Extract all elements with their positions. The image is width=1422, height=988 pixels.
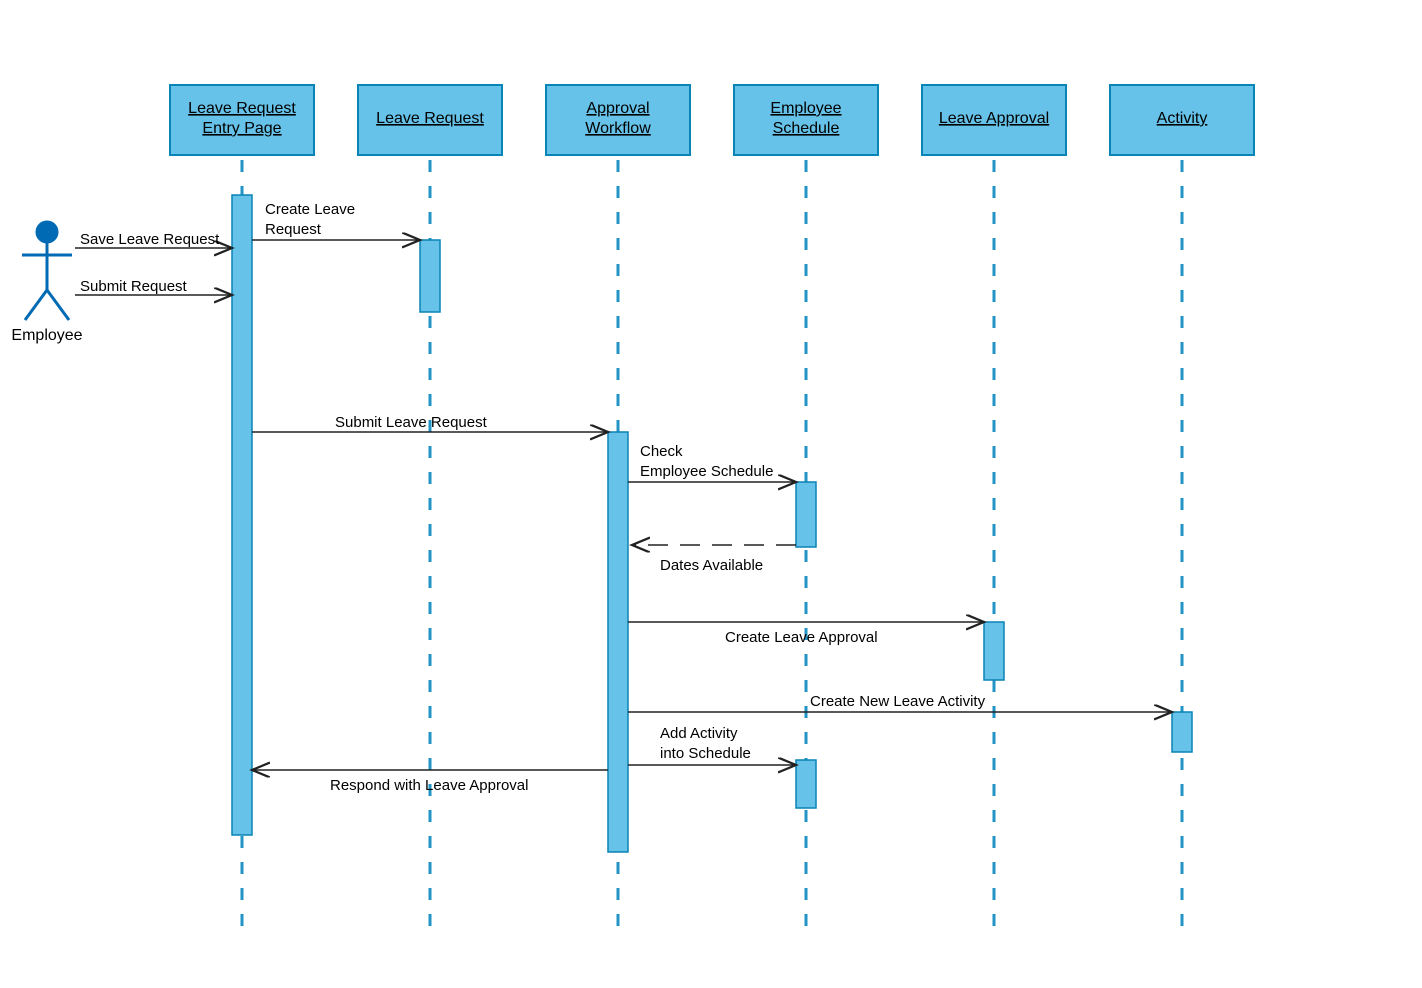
participant-leave-request-entry-page: Leave Request Entry Page	[170, 85, 314, 155]
msg-label: into Schedule	[660, 745, 751, 762]
activation-bar	[796, 482, 816, 547]
msg-label: Dates Available	[660, 557, 763, 574]
msg-label: Submit Leave Request	[335, 414, 488, 431]
activation-bar	[232, 195, 252, 835]
actor-label: Employee	[11, 327, 82, 344]
participant-label: Schedule	[773, 120, 840, 137]
activation-bar	[608, 432, 628, 852]
uml-sequence-diagram: Leave Request Entry Page Leave Request A…	[0, 0, 1422, 988]
msg-label: Respond with Leave Approval	[330, 777, 528, 794]
participant-label: Leave Request	[188, 100, 296, 117]
msg-label: Check	[640, 443, 683, 460]
participant-label: Leave Request	[376, 110, 484, 127]
activation-bar	[796, 760, 816, 808]
msg-label: Create Leave Approval	[725, 629, 878, 646]
participant-label: Activity	[1157, 110, 1208, 127]
participant-label: Approval	[586, 100, 649, 117]
participant-label: Leave Approval	[939, 110, 1049, 127]
participant-activity: Activity	[1110, 85, 1254, 155]
participant-approval-workflow: Approval Workflow	[546, 85, 690, 155]
participant-employee-schedule: Employee Schedule	[734, 85, 878, 155]
activation-bar	[1172, 712, 1192, 752]
msg-label: Save Leave Request	[80, 231, 220, 248]
participant-label: Entry Page	[202, 120, 281, 137]
msg-label: Request	[265, 221, 322, 238]
participant-leave-approval: Leave Approval	[922, 85, 1066, 155]
msg-label: Employee Schedule	[640, 463, 773, 480]
msg-label: Create Leave	[265, 201, 355, 218]
actor-head-icon	[36, 221, 58, 243]
participant-label: Employee	[770, 100, 841, 117]
activation-bar	[984, 622, 1004, 680]
msg-label: Add Activity	[660, 725, 738, 742]
participant-label: Workflow	[585, 120, 651, 137]
msg-label: Create New Leave Activity	[810, 693, 986, 710]
msg-label: Submit Request	[80, 278, 188, 295]
participant-leave-request: Leave Request	[358, 85, 502, 155]
activation-bar	[420, 240, 440, 312]
actor-employee: Employee	[11, 221, 82, 344]
